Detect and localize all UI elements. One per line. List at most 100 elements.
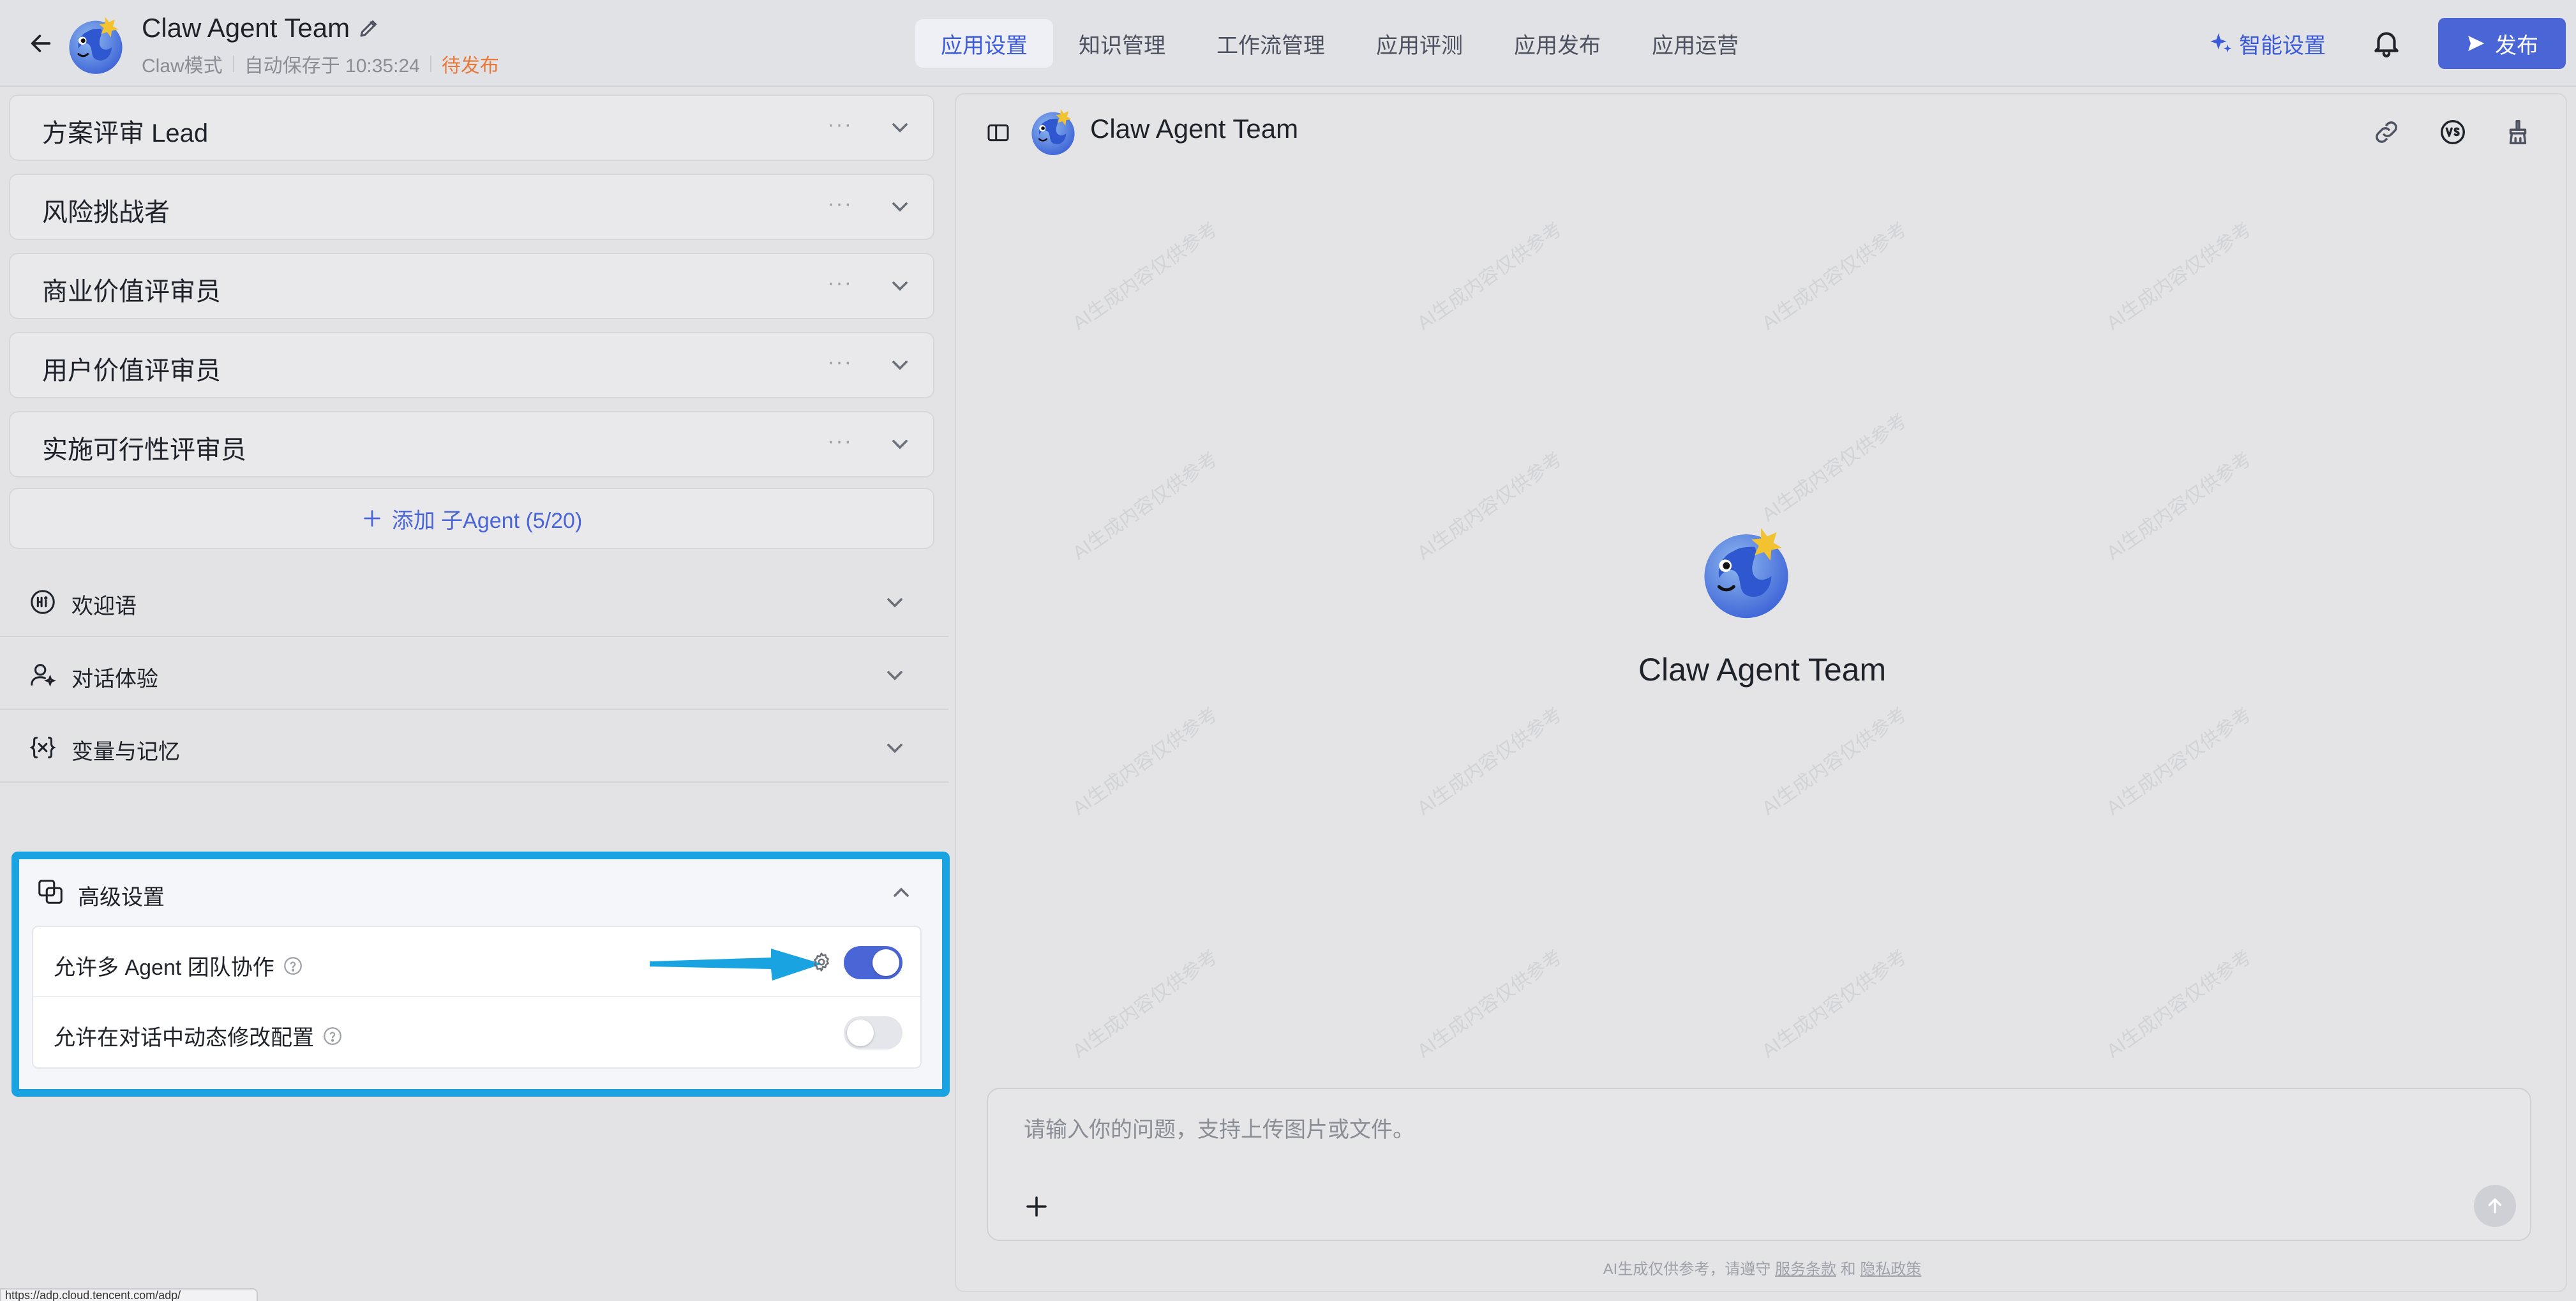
gear-icon[interactable]: [811, 951, 832, 973]
advanced-settings-icon: [38, 880, 63, 904]
add-agent-label: 添加 子Agent (5/20): [391, 508, 583, 533]
back-button[interactable]: [23, 26, 59, 61]
variable-icon: [29, 737, 56, 758]
chat-avatar: [1031, 109, 1075, 155]
chevron-up-icon[interactable]: [888, 880, 914, 905]
watermark: AI生成内容仅供参考: [1758, 946, 1911, 1062]
section-variables-memory[interactable]: 变量与记忆: [0, 711, 948, 783]
terms-link[interactable]: 服务条款: [1775, 1261, 1836, 1278]
toggle-knob: [847, 1019, 874, 1046]
option-label: 允许多 Agent 团队协作: [54, 950, 304, 981]
chevron-down-icon[interactable]: [887, 194, 913, 220]
plus-icon[interactable]: [1021, 1191, 1052, 1222]
bell-icon[interactable]: [2370, 27, 2402, 59]
agent-card[interactable]: 风险挑战者 ···: [9, 174, 934, 240]
section-dialog-experience[interactable]: 对话体验: [0, 638, 948, 710]
tab-app-settings[interactable]: 应用设置: [915, 19, 1053, 68]
help-icon[interactable]: [322, 1025, 343, 1047]
option-label: 允许在对话中动态修改配置: [54, 1020, 343, 1051]
watermark: AI生成内容仅供参考: [1068, 946, 1222, 1062]
chat-preview-panel: AI生成内容仅供参考 AI生成内容仅供参考 AI生成内容仅供参考 AI生成内容仅…: [955, 93, 2567, 1292]
advanced-options-card: 允许多 Agent 团队协作 允许在对话中动态修改配置: [32, 926, 922, 1069]
dynamic-config-toggle[interactable]: [844, 1016, 902, 1049]
chevron-down-icon[interactable]: [887, 273, 913, 299]
footer-disclaimer: AI生成仅供参考，请遵守 服务条款 和 隐私政策: [956, 1256, 2566, 1279]
main-nav: 应用设置 知识管理 工作流管理 应用评测 应用发布 应用运营: [915, 19, 1764, 68]
user-sparkle-icon: [31, 664, 56, 687]
watermark: AI生成内容仅供参考: [1068, 218, 1222, 335]
add-agent-button[interactable]: 添加 子Agent (5/20): [9, 488, 934, 549]
watermark: AI生成内容仅供参考: [2102, 448, 2256, 564]
help-icon[interactable]: [282, 955, 304, 977]
chevron-down-icon: [887, 671, 902, 681]
smart-settings-label: 智能设置: [2239, 33, 2326, 58]
watermark: AI生成内容仅供参考: [1758, 703, 1911, 820]
link-icon[interactable]: [2372, 117, 2401, 147]
toggle-knob: [872, 949, 899, 976]
advanced-settings-section: 高级设置 允许多 Agent 团队协作 允许在对话中动态修改配置: [11, 852, 950, 1097]
pencil-icon[interactable]: [357, 17, 380, 40]
plus-icon: [363, 510, 380, 527]
annotation-arrow-icon: [650, 949, 822, 981]
agent-name: 方案评审 Lead: [42, 119, 209, 147]
watermark: AI生成内容仅供参考: [1758, 218, 1911, 335]
more-icon[interactable]: ···: [827, 429, 853, 454]
vs-compare-icon[interactable]: [2438, 117, 2467, 147]
chevron-down-icon[interactable]: [887, 352, 913, 378]
agent-name: 商业价值评审员: [42, 278, 221, 306]
watermark: AI生成内容仅供参考: [2102, 703, 2256, 820]
more-icon[interactable]: ···: [827, 192, 853, 216]
divider: [232, 56, 234, 72]
agent-card[interactable]: 实施可行性评审员 ···: [9, 411, 934, 478]
more-icon[interactable]: ···: [827, 271, 853, 296]
tab-knowledge[interactable]: 知识管理: [1053, 19, 1191, 68]
agent-card[interactable]: 用户价值评审员 ···: [9, 332, 934, 398]
watermark: AI生成内容仅供参考: [1413, 703, 1566, 820]
publish-label: 发布: [2495, 33, 2538, 58]
sparkle-icon: [2210, 33, 2232, 53]
tab-release[interactable]: 应用发布: [1488, 19, 1626, 68]
send-button[interactable]: [2474, 1185, 2516, 1227]
mode-label: Claw模式: [142, 56, 223, 77]
agent-card[interactable]: 方案评审 Lead ···: [9, 94, 934, 161]
privacy-link[interactable]: 隐私政策: [1860, 1261, 1921, 1278]
smart-settings-button[interactable]: 智能设置: [2208, 26, 2326, 61]
agent-name: 用户价值评审员: [42, 357, 221, 385]
watermark: AI生成内容仅供参考: [1413, 218, 1566, 335]
status-badge: 待发布: [441, 56, 499, 77]
chat-input-box: [987, 1088, 2531, 1241]
chat-input[interactable]: [1024, 1115, 2428, 1145]
option-multi-agent-collab: 允许多 Agent 团队协作: [33, 927, 920, 997]
option-text: 允许在对话中动态修改配置: [54, 1026, 314, 1050]
chevron-down-icon[interactable]: [887, 115, 913, 140]
chevron-down-icon: [887, 598, 902, 608]
advanced-settings-title[interactable]: 高级设置: [78, 880, 165, 911]
sidebar-toggle-icon[interactable]: [985, 120, 1011, 146]
section-label: 欢迎语: [71, 594, 137, 619]
welcome-title: Claw Agent Team: [1638, 652, 1887, 688]
tab-evaluation[interactable]: 应用评测: [1351, 19, 1488, 68]
agent-card[interactable]: 商业价值评审员 ···: [9, 253, 934, 319]
section-welcome[interactable]: 欢迎语: [0, 566, 948, 637]
autosave-label: 自动保存于 10:35:24: [244, 56, 420, 77]
more-icon[interactable]: ···: [827, 350, 853, 375]
welcome-avatar: [1704, 528, 1788, 619]
chevron-down-icon[interactable]: [887, 432, 913, 457]
more-icon[interactable]: ···: [827, 112, 853, 137]
chat-title: Claw Agent Team: [1090, 114, 1299, 144]
option-text: 允许多 Agent 团队协作: [54, 956, 274, 980]
app-name: Claw Agent Team: [142, 13, 350, 43]
broom-icon[interactable]: [2503, 117, 2533, 147]
agent-name: 实施可行性评审员: [42, 436, 246, 464]
publish-button[interactable]: 发布: [2438, 18, 2566, 69]
tab-operations[interactable]: 应用运营: [1626, 19, 1764, 68]
tab-workflow[interactable]: 工作流管理: [1191, 19, 1351, 68]
app-logo: [69, 17, 123, 74]
meta-line: Claw模式 自动保存于 10:35:24 待发布: [142, 50, 499, 78]
multi-agent-toggle[interactable]: [844, 946, 902, 979]
agent-name: 风险挑战者: [42, 199, 170, 227]
config-panel: 方案评审 Lead ··· 风险挑战者 ··· 商业价值评审员 ··· 用户价值…: [0, 88, 950, 1301]
hi-icon: [31, 590, 55, 614]
watermark: AI生成内容仅供参考: [2102, 946, 2256, 1062]
section-label: 变量与记忆: [71, 740, 180, 764]
